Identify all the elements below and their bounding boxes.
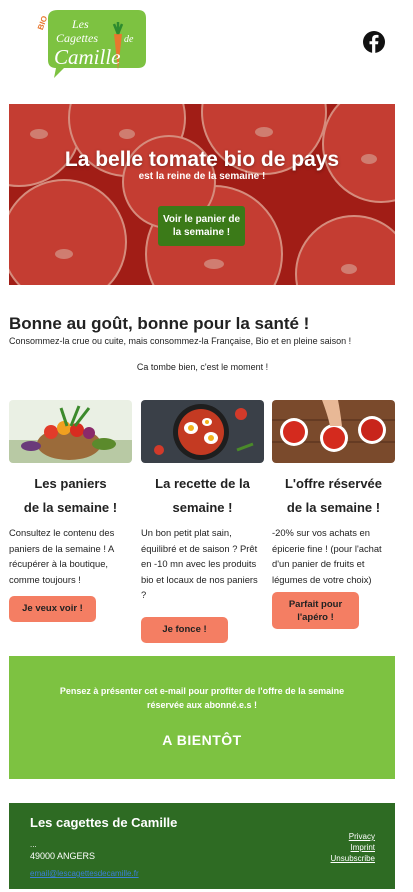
unsubscribe-link[interactable]: Unsubscribe [331, 853, 375, 864]
svg-text:de: de [124, 34, 134, 45]
column-title: L'offre réservée de la semaine ! [284, 476, 383, 515]
hero-banner: La belle tomate bio de pays est la reine… [9, 104, 395, 285]
column-text: Un bon petit plat sain, équilibré et de … [141, 527, 258, 600]
column-title: La recette de la semaine ! [155, 476, 250, 515]
tomato-slices-image [9, 104, 395, 285]
intro-text: Consommez-la crue ou cuite, mais consomm… [9, 336, 352, 346]
facebook-icon[interactable] [362, 30, 386, 54]
privacy-link[interactable]: Privacy [331, 831, 375, 842]
footer-city: 49000 ANGERS [30, 851, 96, 861]
hero-cta-button[interactable]: Voir le panier de la semaine ! [158, 206, 245, 246]
column-text: -20% sur vos achats en épicerie fine ! (… [272, 527, 382, 585]
column-offer: L'offre réservée de la semaine ! -20% su… [272, 400, 395, 629]
band-text: Pensez à présenter cet e-mail pour profi… [59, 686, 345, 710]
brand-logo[interactable]: BIO Les Cagettes de Camille [34, 4, 150, 80]
tomato-bowls-image [272, 400, 395, 463]
intro-title: Bonne au goût, bonne pour la santé ! [9, 314, 310, 333]
email-header: BIO Les Cagettes de Camille [0, 0, 413, 95]
go-recipe-button[interactable]: Je fonce ! [141, 616, 228, 643]
aperitif-offer-button[interactable]: Parfait pour l'apéro ! [272, 592, 359, 629]
svg-text:Camille: Camille [54, 45, 121, 69]
column-title: Les paniers de la semaine ! [23, 476, 118, 515]
svg-text:Cagettes: Cagettes [56, 31, 98, 45]
hero-subtitle: est la reine de la semaine ! [138, 171, 266, 182]
column-text: Consultez le contenu des paniers de la s… [9, 527, 115, 585]
see-baskets-button[interactable]: Je veux voir ! [9, 596, 96, 622]
band-closing: A BIENTÔT [162, 732, 242, 748]
svg-text:BIO: BIO [36, 15, 49, 31]
footer-company-name: Les cagettes de Camille [30, 815, 178, 830]
svg-text:Les: Les [71, 17, 89, 31]
vegetable-basket-image [9, 400, 132, 463]
shakshuka-recipe-image [141, 400, 264, 463]
column-recipe: La recette de la semaine ! Un bon petit … [141, 400, 264, 643]
imprint-link[interactable]: Imprint [331, 842, 375, 853]
intro-tagline: Ca tombe bien, c'est le moment ! [136, 362, 269, 372]
subscriber-offer-band: Pensez à présenter cet e-mail pour profi… [9, 656, 395, 779]
column-baskets: Les paniers de la semaine ! Consultez le… [9, 400, 132, 622]
footer-email-link[interactable]: email@lescagettesdecamille.fr [30, 869, 139, 878]
footer-address: ... [30, 840, 37, 849]
footer-links: Privacy Imprint Unsubscribe [331, 831, 375, 864]
email-footer: Les cagettes de Camille ... 49000 ANGERS… [9, 803, 395, 889]
hero-title: La belle tomate bio de pays [64, 148, 340, 171]
